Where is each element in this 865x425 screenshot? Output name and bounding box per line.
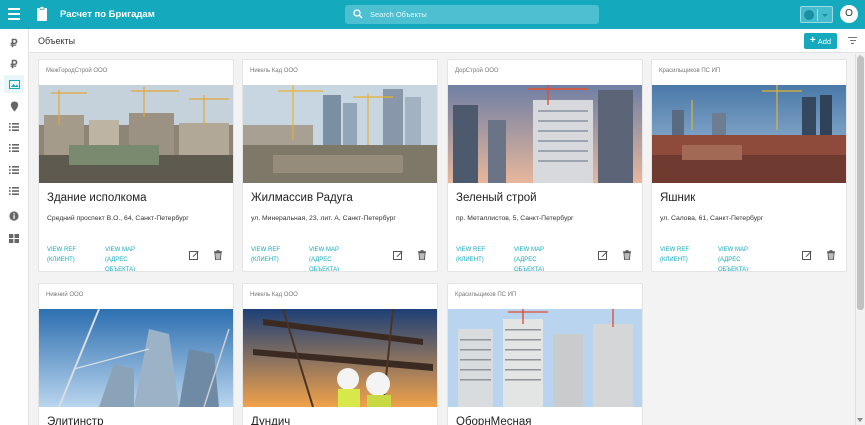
view-map-link[interactable]: VIEW MAP (АДРЕС ОБЪЕКТА): [309, 245, 354, 271]
gear-icon: [804, 10, 814, 20]
object-image: [39, 309, 233, 407]
list-icon[interactable]: [4, 118, 24, 136]
avatar[interactable]: O: [840, 5, 858, 23]
search-icon: [353, 9, 363, 19]
card-address: Средний проспект В.О., 64, Санкт-Петербу…: [47, 215, 189, 222]
object-card[interactable]: МежГородСтрой ООО Здание исполкома Средн…: [38, 59, 234, 272]
view-ref-link[interactable]: VIEW REF (КЛИЕНТ): [47, 245, 92, 265]
plus-icon: +: [809, 35, 816, 46]
clipboard-icon: [37, 6, 47, 21]
app-title: Расчет по Бригадам: [60, 9, 155, 20]
info-icon[interactable]: [4, 207, 24, 225]
sidebar: ₽ ₽: [0, 29, 29, 425]
object-image: [448, 85, 642, 183]
card-title: Дундич: [251, 416, 291, 425]
settings-dropdown[interactable]: [800, 6, 833, 23]
page-title: Объекты: [38, 36, 76, 46]
object-image: [243, 85, 437, 183]
card-address: ул. Минеральная, 23, лит. А, Санкт-Петер…: [251, 215, 396, 222]
delete-icon[interactable]: [826, 250, 836, 260]
top-app-bar: Расчет по Бригадам O: [0, 0, 865, 29]
delete-icon[interactable]: [622, 250, 632, 260]
add-button[interactable]: + Add: [804, 33, 837, 49]
ruble-icon[interactable]: ₽: [4, 55, 24, 73]
object-image: [652, 85, 846, 183]
scroll-down-arrow-icon[interactable]: [857, 418, 863, 422]
card-title: ОборнМесная: [456, 416, 532, 425]
list-icon[interactable]: [4, 161, 24, 179]
object-card[interactable]: Никель Кад ООО Жилмассив Радуга ул. Мине…: [242, 59, 438, 272]
card-title: Зеленый строй: [456, 192, 537, 204]
delete-icon[interactable]: [417, 250, 427, 260]
object-image: [39, 85, 233, 183]
card-title: Яшник: [660, 192, 696, 204]
card-address: пр. Металлистов, 5, Санкт-Петербург: [456, 215, 574, 222]
view-ref-link[interactable]: VIEW REF (КЛИЕНТ): [660, 245, 705, 265]
image-icon[interactable]: [4, 75, 24, 93]
card-title: Жилмассив Радуга: [251, 192, 353, 204]
object-image: [448, 309, 642, 407]
dashboard-icon[interactable]: [4, 229, 24, 247]
view-map-link[interactable]: VIEW MAP (АДРЕС ОБЪЕКТА): [718, 245, 763, 271]
search-box[interactable]: [345, 5, 599, 24]
page-header: Объекты + Add: [29, 29, 865, 53]
search-input[interactable]: [370, 8, 590, 21]
chevron-down-icon: [822, 14, 828, 17]
card-company: МежГородСтрой ООО: [46, 68, 108, 74]
edit-icon[interactable]: [802, 250, 812, 260]
card-company: Никель Кад ООО: [250, 68, 298, 74]
scrollbar-thumb[interactable]: [857, 56, 864, 310]
card-title: Здание исполкома: [47, 192, 147, 204]
card-company: ДорСтрой ООО: [455, 68, 499, 74]
view-ref-link[interactable]: VIEW REF (КЛИЕНТ): [251, 245, 296, 265]
card-address: ул. Салова, 61, Санкт-Петербург: [660, 215, 764, 222]
list-icon[interactable]: [4, 182, 24, 200]
object-card[interactable]: ДорСтрой ООО Зеленый строй пр. Металлист…: [447, 59, 643, 272]
map-pin-icon[interactable]: [4, 97, 24, 115]
ruble-icon[interactable]: ₽: [4, 34, 24, 52]
object-card[interactable]: Красильщиков ПС ИП ОборнМесная: [447, 283, 643, 425]
edit-icon[interactable]: [189, 250, 199, 260]
object-card[interactable]: Нижний ООО Элитинстр: [38, 283, 234, 425]
add-button-label: Add: [817, 36, 832, 46]
view-ref-link[interactable]: VIEW REF (КЛИЕНТ): [456, 245, 501, 265]
menu-icon[interactable]: [8, 8, 20, 20]
card-company: Красильщиков ПС ИП: [659, 68, 721, 74]
card-company: Красильщиков ПС ИП: [455, 292, 517, 298]
card-company: Нижний ООО: [46, 292, 84, 298]
edit-icon[interactable]: [393, 250, 403, 260]
list-icon[interactable]: [4, 139, 24, 157]
card-title: Элитинстр: [47, 416, 104, 425]
edit-icon[interactable]: [598, 250, 608, 260]
view-map-link[interactable]: VIEW MAP (АДРЕС ОБЪЕКТА): [105, 245, 150, 271]
object-card[interactable]: Никель Кад ООО Дундич: [242, 283, 438, 425]
delete-icon[interactable]: [213, 250, 223, 260]
card-company: Никель Кад ООО: [250, 292, 298, 298]
view-map-link[interactable]: VIEW MAP (АДРЕС ОБЪЕКТА): [514, 245, 559, 271]
object-card[interactable]: Красильщиков ПС ИП Яшник ул. Салова, 61,…: [651, 59, 847, 272]
object-image: [243, 309, 437, 407]
filter-icon[interactable]: [848, 37, 857, 45]
